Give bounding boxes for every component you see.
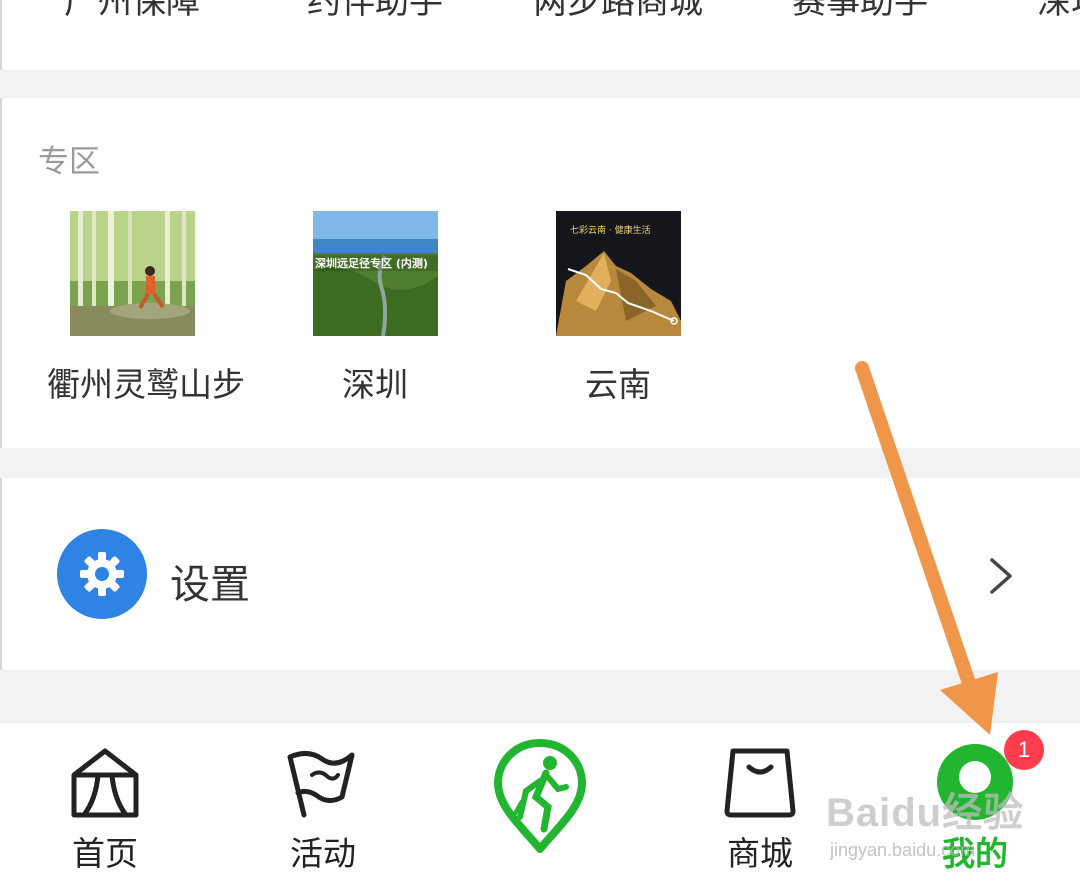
settings-icon-badge	[57, 529, 147, 619]
baidu-watermark: Baidu经验 jingyan.baidu.com	[826, 780, 1026, 861]
services-row: 广州保障 约伴助手 两步路商城 赛事助手 深圳	[0, 0, 1080, 70]
flag-icon	[287, 751, 355, 818]
zone-item-label: 衢州灵鹫山步	[47, 365, 245, 404]
watermark-sub: jingyan.baidu.com	[830, 840, 976, 860]
service-item[interactable]: 广州保障	[64, 0, 200, 23]
chevron-right-icon	[990, 558, 1012, 594]
service-item[interactable]: 两步路商城	[533, 0, 703, 23]
tab-label: 首页	[72, 834, 138, 873]
gear-icon	[80, 552, 124, 596]
zone-title: 专区	[38, 144, 100, 180]
zone-section: 专区 衢州灵鹫山步 深圳远足径专区 (内测) 深圳 七彩云南 · 健康生活 云南	[0, 98, 1080, 448]
notification-badge: 1	[1004, 730, 1044, 770]
service-item[interactable]: 深圳	[1037, 0, 1080, 23]
settings-row[interactable]: 设置	[0, 478, 1080, 670]
hiker-pin-logo-icon	[494, 739, 586, 853]
zone-item-shenzhen[interactable]: 深圳远足径专区 (内测) 深圳	[290, 211, 460, 406]
watermark-main: Baidu经验	[826, 791, 1025, 835]
settings-label: 设置	[170, 562, 250, 608]
home-tent-icon	[71, 748, 139, 818]
zone-item-quzhou[interactable]: 衢州灵鹫山步	[47, 211, 245, 406]
tab-label: 活动	[290, 834, 356, 873]
shenzhen-trail-photo: 深圳远足径专区 (内测)	[312, 211, 438, 336]
zone-item-label: 深圳	[342, 365, 408, 404]
svg-text:深圳远足径专区 (内测): 深圳远足径专区 (内测)	[315, 256, 428, 270]
service-item[interactable]: 赛事助手	[792, 0, 928, 23]
zone-item-yunnan[interactable]: 七彩云南 · 健康生活 云南	[533, 211, 703, 406]
service-item[interactable]: 约伴助手	[307, 0, 443, 23]
shopping-bag-icon	[724, 748, 796, 818]
bamboo-forest-runner-photo	[69, 211, 195, 336]
yunnan-mountain-photo: 七彩云南 · 健康生活	[555, 211, 681, 336]
svg-text:七彩云南 · 健康生活: 七彩云南 · 健康生活	[570, 224, 651, 236]
zone-item-label: 云南	[585, 365, 651, 404]
tab-label: 商城	[727, 834, 793, 873]
